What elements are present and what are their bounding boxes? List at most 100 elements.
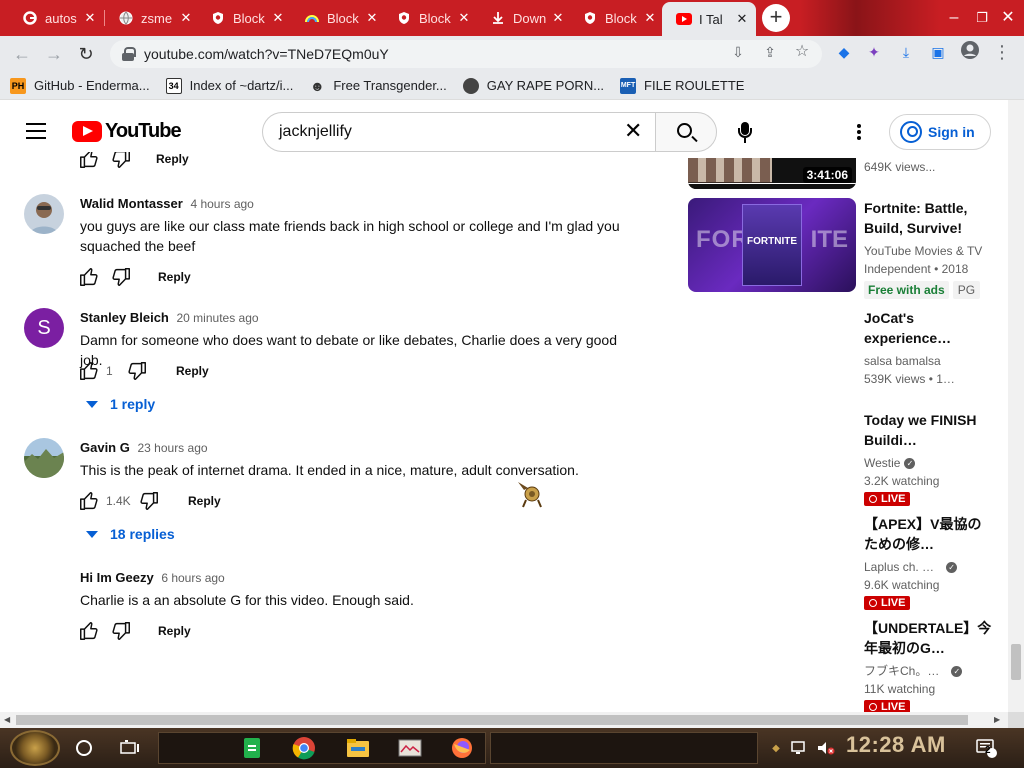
search-input[interactable]: jacknjellify [262,112,655,152]
comment-author[interactable]: Stanley Bleich [80,310,169,325]
sidepanel-icon[interactable]: ▣ [926,40,950,64]
video-thumbnail[interactable]: FOR ITE FORTNITE [688,198,856,292]
avatar[interactable]: S [24,308,64,348]
like-icon[interactable] [78,360,100,382]
sidebar-video[interactable]: FOR ITE FORTNITE Fortnite: Battle, Build… [688,198,998,302]
bookmark-github[interactable]: PH GitHub - Enderma... [10,77,150,94]
comment-author[interactable]: Walid Montasser [80,196,183,211]
close-icon[interactable]: ✕ [178,10,194,26]
bookmark-star-icon[interactable]: ☆ [790,40,814,64]
tab-block-3[interactable]: Block ✕ [382,3,478,33]
microphone-icon[interactable] [738,122,752,144]
tab-autos[interactable]: autos ✕ [8,3,104,33]
channel-name[interactable]: salsa bamalsa [864,352,994,370]
profile-icon[interactable] [958,40,982,64]
youtube-logo[interactable]: YouTube [72,120,182,143]
close-icon[interactable]: ✕ [456,10,472,26]
close-icon[interactable]: ✕ [364,10,380,26]
tab-zsme[interactable]: zsme ✕ [104,3,200,33]
clear-search-icon[interactable]: ✕ [624,120,642,142]
sidebar-video-partial[interactable]: 3:41:06 649K views... [688,158,998,190]
tab-block-4[interactable]: Block ✕ [568,3,664,33]
video-title[interactable]: Fortnite: Battle, Build, Survive! [864,198,994,238]
scrollbar-thumb[interactable] [1011,644,1021,680]
bookmark-globe[interactable]: GAY RAPE PORN... [462,77,604,94]
tab-block-1[interactable]: Block ✕ [196,3,292,33]
new-tab-button[interactable]: + [762,4,790,32]
comment-author[interactable]: Gavin G [80,440,130,455]
tab-youtube-active[interactable]: I Tal ✕ [662,2,756,36]
like-icon[interactable] [78,620,100,642]
network-icon[interactable] [786,734,814,762]
forward-icon[interactable]: → [40,40,68,68]
close-icon[interactable]: ✕ [550,10,566,26]
reply-button[interactable]: Reply [158,270,191,284]
close-icon[interactable]: ✕ [270,10,286,26]
bookmark-file-roulette[interactable]: MFT FILE ROULETTE [620,77,744,94]
channel-name[interactable]: フブキCh。… [864,664,939,678]
reply-button[interactable]: Reply [156,152,189,166]
reload-icon[interactable]: ↻ [72,40,100,68]
start-button[interactable] [10,730,60,766]
view-replies-button[interactable]: 1 reply [86,396,155,412]
reply-button[interactable]: Reply [188,494,221,508]
comment-time[interactable]: 20 minutes ago [177,311,259,325]
reply-button[interactable]: Reply [176,364,209,378]
tab-block-2[interactable]: Block ✕ [290,3,386,33]
channel-name[interactable]: Laplus ch. … [864,560,934,574]
sidebar-video[interactable]: 【UNDERTALE】今年最初のG… フブキCh。… ✓ 11K watching… [688,618,998,712]
menu-icon[interactable] [26,123,46,139]
avatar[interactable] [24,438,64,478]
comment-author[interactable]: Hi Im Geezy [80,570,154,585]
volume-muted-icon[interactable] [812,734,840,762]
downloads-icon[interactable]: ⤓ [894,40,918,64]
close-icon[interactable]: ✕ [82,10,98,26]
bookmark-index[interactable]: 34 Index of ~dartz/i... [165,77,293,94]
bookmark-free[interactable]: ☻ Free Transgender... [309,78,447,94]
dislike-icon[interactable] [110,620,132,642]
dislike-icon[interactable] [126,360,148,382]
like-icon[interactable] [78,266,100,288]
sidebar-video[interactable]: 【APEX】V最協のための修… Laplus ch. … ✓ 9.6K watch… [688,514,998,614]
sidebar-video[interactable]: Today we FINISH Buildi… Westie ✓ 3.2K wat… [688,410,998,510]
restore-icon[interactable]: ❐ [968,4,996,32]
firefox-icon[interactable] [448,734,476,762]
install-app-icon[interactable]: ⇩ [726,40,750,64]
tab-downloads[interactable]: Down ✕ [476,3,572,33]
dislike-icon[interactable] [110,152,132,170]
like-icon[interactable] [78,490,100,512]
video-title[interactable]: Today we FINISH Buildi… [864,410,994,450]
sidebar-video[interactable]: JoCat's experience… salsa bamalsa 539K v… [688,308,998,398]
scroll-left-icon[interactable]: ◀ [4,715,10,724]
comment-time[interactable]: 6 hours ago [161,571,224,585]
minimize-icon[interactable]: – [940,4,968,32]
settings-kebab-icon[interactable] [857,124,861,140]
share-icon[interactable]: ⇪ [758,40,782,64]
channel-name[interactable]: Westie [864,456,900,470]
app-icon[interactable] [396,734,424,762]
video-title[interactable]: 【UNDERTALE】今年最初のG… [864,618,994,658]
comment-time[interactable]: 4 hours ago [190,197,253,211]
extension-icon[interactable]: ◆ [832,40,856,64]
search-button[interactable] [655,112,717,152]
window-close-icon[interactable]: ✕ [994,4,1022,32]
channel-name[interactable]: YouTube Movies & TV [864,242,994,260]
task-view-icon[interactable] [116,734,144,762]
browser-menu-icon[interactable]: ⋮ [990,40,1014,64]
avatar[interactable] [24,194,64,234]
view-replies-button[interactable]: 18 replies [86,526,175,542]
video-title[interactable]: 【APEX】V最協のための修… [864,514,994,554]
back-icon[interactable]: ← [8,40,36,68]
extension-icon[interactable]: ✦ [862,40,886,64]
close-icon[interactable]: ✕ [734,11,750,27]
clock[interactable]: 12:28 AM [846,732,946,758]
scroll-right-icon[interactable]: ▶ [994,715,1000,724]
close-icon[interactable]: ✕ [642,10,658,26]
video-thumbnail[interactable]: 3:41:06 [688,158,856,189]
sheets-icon[interactable] [238,734,266,762]
horizontal-scrollbar[interactable]: ◀ ▶ [0,712,1008,728]
dislike-icon[interactable] [138,490,160,512]
search-icon[interactable] [70,734,98,762]
chrome-icon[interactable] [290,734,318,762]
dislike-icon[interactable] [110,266,132,288]
